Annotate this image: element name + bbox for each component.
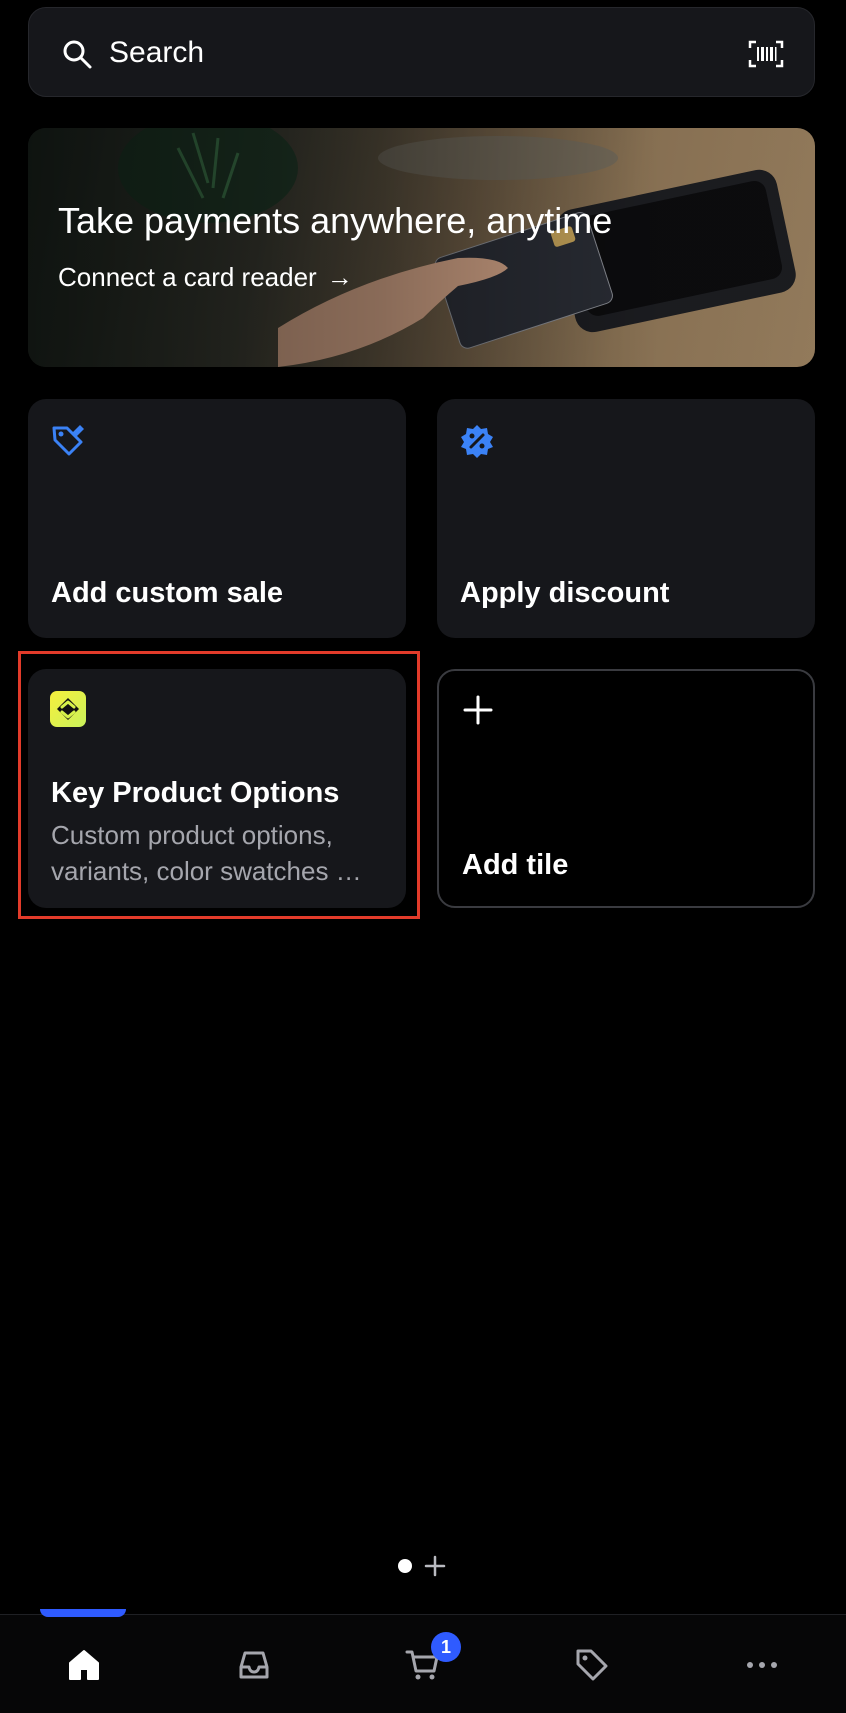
tag-icon <box>576 1649 608 1681</box>
active-tab-indicator <box>40 1609 126 1617</box>
home-icon <box>69 1650 99 1680</box>
barcode-scan-icon[interactable] <box>748 40 784 68</box>
tile-title: Add custom sale <box>51 577 284 609</box>
plus-icon <box>463 695 493 725</box>
search-bar[interactable]: Search <box>28 7 815 97</box>
search-icon <box>63 40 92 69</box>
add-page-icon[interactable] <box>424 1555 446 1577</box>
nav-cart[interactable]: 1 <box>393 1632 461 1695</box>
connect-card-reader-label: Connect a card reader <box>58 262 317 292</box>
tag-edit-icon <box>52 425 84 456</box>
nav-home[interactable] <box>54 1635 114 1695</box>
nav-more[interactable] <box>732 1635 792 1695</box>
connect-card-reader-link[interactable]: Connect a card reader → <box>58 262 353 293</box>
search-placeholder: Search <box>109 36 205 69</box>
add-tile-button[interactable]: Add tile <box>437 669 815 908</box>
card-reader-banner[interactable]: Take payments anywhere, anytime Connect … <box>28 128 815 367</box>
cart-count-badge: 1 <box>431 1632 461 1662</box>
page-dot-active[interactable] <box>398 1559 412 1573</box>
add-custom-sale-tile[interactable]: Add custom sale <box>28 399 406 638</box>
nav-products[interactable] <box>562 1635 622 1695</box>
bottom-navigation: 1 <box>0 1609 846 1713</box>
tile-title: Apply discount <box>460 577 670 609</box>
banner-overlay <box>28 128 815 367</box>
nav-inbox[interactable] <box>224 1635 284 1695</box>
tile-title: Add tile <box>462 849 569 881</box>
page-indicator <box>396 1554 452 1578</box>
more-icon <box>747 1662 777 1668</box>
highlight-box <box>18 651 420 919</box>
discount-badge-icon <box>461 425 493 458</box>
banner-title: Take payments anywhere, anytime <box>58 200 613 241</box>
inbox-icon <box>239 1651 269 1679</box>
arrow-right-icon: → <box>326 262 353 292</box>
apply-discount-tile[interactable]: Apply discount <box>437 399 815 638</box>
